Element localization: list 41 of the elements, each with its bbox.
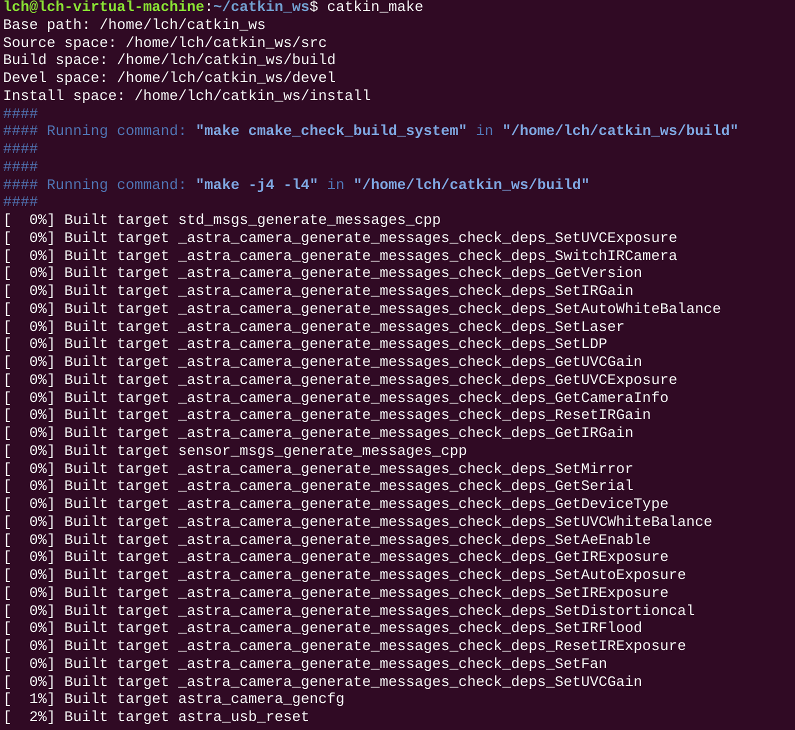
terminal-line: [ 0%] Built target _astra_camera_generate_messages_check_deps_SwitchIRCamera xyxy=(3,248,678,266)
terminal-line: Source space: /home/lch/catkin_ws/src xyxy=(3,36,328,53)
terminal-line: [ 0%] Built target _astra_camera_generate_messages_check_deps_SetAutoExposure xyxy=(3,568,688,586)
terminal-line: [ 0%] Built target _astra_camera_generate_messages_check_deps_SetLaser xyxy=(3,320,626,337)
terminal-line: #### Running command: "make -j4 -l4" in "/home/lch/catkin_ws/build" xyxy=(3,178,591,196)
terminal-line: [ 0%] Built target _astra_camera_generate_messages_check_deps_GetVersion xyxy=(3,266,644,284)
terminal-line: [ 0%] Built target _astra_camera_generate_messages_check_deps_SetAutoWhiteBalance xyxy=(3,302,722,320)
terminal-line: [ 0%] Built target _astra_camera_generate_messages_check_deps_GetIRGain xyxy=(3,426,635,444)
terminal-line: [ 0%] Built target _astra_camera_generate_messages_check_deps_GetUVCGain xyxy=(3,355,644,373)
terminal-line: #### xyxy=(3,142,40,160)
terminal-line: [ 0%] Built target std_msgs_generate_messages_cpp xyxy=(3,213,442,231)
terminal-line: [ 0%] Built target _astra_camera_generate_messages_check_deps_SetIRFlood xyxy=(3,621,644,639)
terminal-line: [ 0%] Built target _astra_camera_generate_messages_check_deps_SetUVCWhiteBalance xyxy=(3,514,714,532)
terminal-line: Install space: /home/lch/catkin_ws/install xyxy=(3,88,372,106)
terminal-line: #### xyxy=(3,195,40,213)
terminal-line: [ 0%] Built target _astra_camera_generate_messages_check_deps_GetDeviceType xyxy=(3,497,670,515)
terminal-line: [ 0%] Built target _astra_camera_generate_messages_check_deps_ResetIRGain xyxy=(3,408,652,426)
terminal-line: Devel space: /home/lch/catkin_ws/devel xyxy=(3,71,337,89)
terminal-line: #### xyxy=(3,160,40,178)
terminal-line: [ 0%] Built target _astra_camera_generate_messages_check_deps_GetIRExposure xyxy=(3,550,670,568)
terminal-line: [ 0%] Built target _astra_camera_generate_messages_check_deps_SetMirror xyxy=(3,462,635,479)
terminal-line: #### xyxy=(3,106,40,124)
terminal-line: [ 0%] Built target _astra_camera_generate_messages_check_deps_SetUVCGain xyxy=(3,674,644,692)
terminal-line: [ 1%] Built target astra_camera_gencfg xyxy=(3,692,346,710)
terminal-line: [ 0%] Built target _astra_camera_generate_messages_check_deps_GetUVCExposure xyxy=(3,372,678,390)
terminal-line: [ 0%] Built target sensor_msgs_generate_messages_cpp xyxy=(3,444,468,462)
terminal-line: Build space: /home/lch/catkin_ws/build xyxy=(3,53,337,71)
terminal-line: [ 0%] Built target _astra_camera_generate_messages_check_deps_GetSerial xyxy=(3,479,635,497)
terminal-line: [ 0%] Built target _astra_camera_generate_messages_check_deps_SetFan xyxy=(3,656,608,674)
terminal-line: [ 0%] Built target _astra_camera_generate_messages_check_deps_SetIRGain xyxy=(3,284,635,302)
terminal-line: [ 0%] Built target _astra_camera_generate_messages_check_deps_ResetIRExposure xyxy=(3,639,688,657)
terminal-line: [ 0%] Built target _astra_camera_generate_messages_check_deps_SetDistortioncal xyxy=(3,604,696,621)
terminal-line: [ 2%] Built target astra_usb_reset xyxy=(3,710,311,728)
terminal-line: Base path: /home/lch/catkin_ws xyxy=(3,18,267,36)
terminal-line: [ 0%] Built target _astra_camera_generate_messages_check_deps_SetLDP xyxy=(3,337,608,355)
terminal-line: [ 0%] Built target _astra_camera_generate_messages_check_deps_SetAeEnable xyxy=(3,532,652,550)
terminal-line: #### Running command: "make cmake_check_build_system" in "/home/lch/catkin_ws/build" xyxy=(3,124,740,142)
terminal-line: lch@lch-virtual-machine:~/catkin_ws$ catkin_make xyxy=(3,0,424,18)
terminal-line: [ 0%] Built target _astra_camera_generate_messages_check_deps_SetUVCExposure xyxy=(3,230,678,248)
terminal-line: [ 0%] Built target _astra_camera_generate_messages_check_deps_GetCameraInfo xyxy=(3,390,670,408)
terminal-line: [ 0%] Built target _astra_camera_generate_messages_check_deps_SetIRExposure xyxy=(3,586,670,604)
